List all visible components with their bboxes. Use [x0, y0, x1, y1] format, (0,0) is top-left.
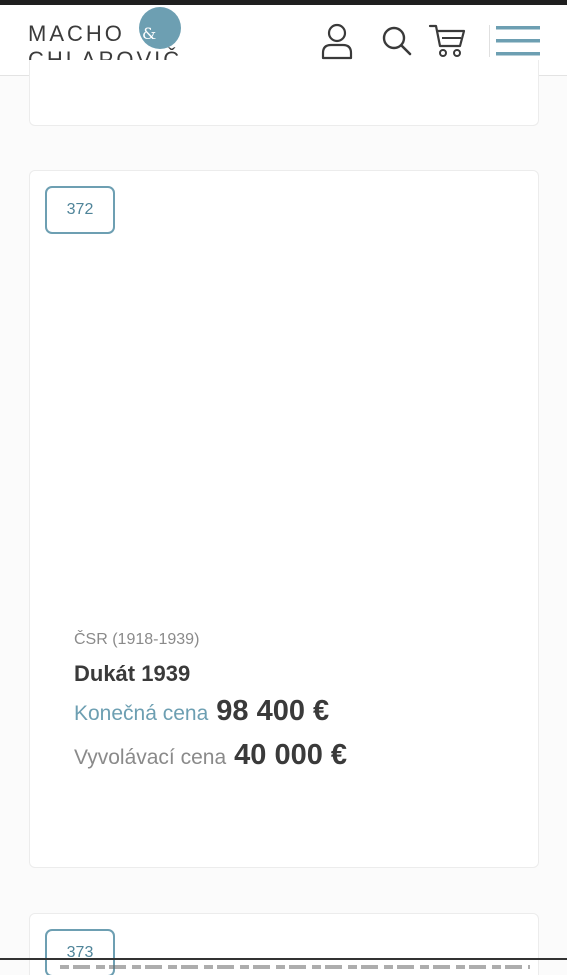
logo-ampersand: &	[142, 24, 157, 43]
lot-card-previous	[29, 60, 539, 126]
lot-number-badge[interactable]: 372	[45, 186, 115, 234]
start-price-row: Vyvolávací cena 40 000 €	[74, 739, 514, 783]
final-price-row: Konečná cena 98 400 €	[74, 695, 514, 739]
start-price-label: Vyvolávací cena	[74, 746, 227, 769]
user-icon	[321, 23, 353, 60]
cookie-banner-text-cut	[60, 963, 530, 975]
lot-image[interactable]	[70, 246, 500, 666]
cart-button[interactable]	[427, 19, 467, 63]
final-price-label: Konečná cena	[74, 702, 209, 725]
lot-category: ČSR (1918-1939)	[74, 631, 200, 648]
search-icon	[382, 26, 412, 56]
start-price-value: 40 000 €	[234, 739, 348, 771]
cart-icon	[428, 24, 466, 57]
bottom-divider	[0, 958, 567, 960]
search-button[interactable]	[377, 19, 417, 63]
hamburger-menu-icon	[496, 26, 540, 56]
account-button[interactable]	[317, 19, 357, 63]
lot-title[interactable]: Dukát 1939	[74, 661, 514, 687]
final-price-value: 98 400 €	[216, 695, 330, 727]
menu-button[interactable]	[495, 19, 541, 63]
lot-info: ČSR (1918-1939) Dukát 1939 Konečná cena …	[74, 631, 514, 783]
lot-card[interactable]: 372 ČSR (1918-1939) Dukát 1939 Konečná c…	[29, 170, 539, 868]
logo-text-line1: MACHO	[28, 21, 125, 46]
header-divider	[489, 25, 490, 57]
